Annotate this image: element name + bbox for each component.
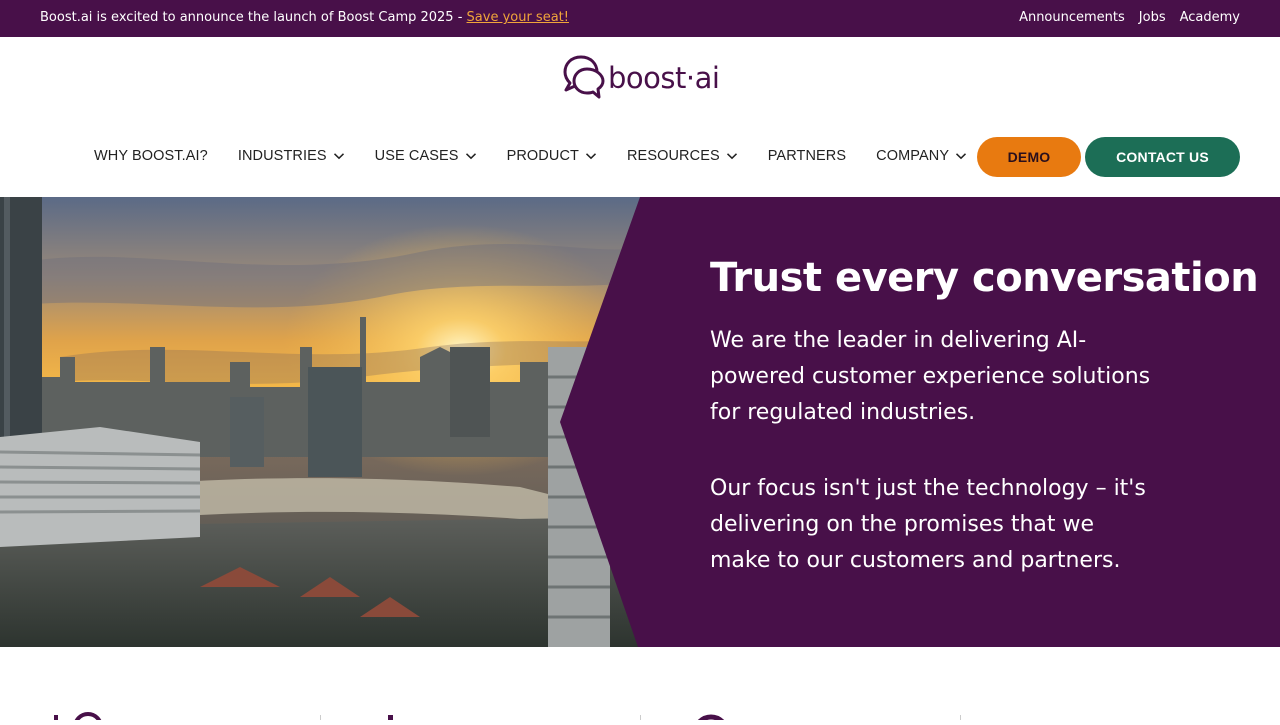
feature-icon-2 <box>73 712 103 725</box>
features-section <box>0 647 1280 725</box>
feature-icon-1 <box>54 715 58 720</box>
boost-ai-logo[interactable]: boost·ai <box>563 55 719 99</box>
save-seat-link[interactable]: Save your seat! <box>467 10 569 25</box>
announcements-link[interactable]: Announcements <box>1019 10 1125 25</box>
divider <box>640 715 641 720</box>
nav-item-label: RESOURCES <box>626 148 720 164</box>
nav-item-label: WHY BOOST.AI? <box>94 148 208 164</box>
announcement: Boost.ai is excited to announce the laun… <box>40 10 569 25</box>
nav-item-why-boost[interactable]: WHY BOOST.AI? <box>94 148 208 164</box>
nav-item-partners[interactable]: PARTNERS <box>768 148 846 164</box>
nav-item-label: INDUSTRIES <box>237 148 327 164</box>
nav-item-label: PARTNERS <box>767 148 847 164</box>
feature-icon-3 <box>388 715 393 720</box>
feature-icons-row <box>54 712 961 725</box>
academy-link[interactable]: Academy <box>1180 10 1240 25</box>
contact-us-button[interactable]: CONTACT US <box>1085 137 1240 177</box>
demo-button[interactable]: DEMO <box>977 137 1081 177</box>
nav-item-label: USE CASES <box>374 148 459 164</box>
chevron-down-icon <box>585 153 597 160</box>
nav-item-industries[interactable]: INDUSTRIES <box>238 148 345 164</box>
hero-paragraph-1: We are the leader in delivering AI-power… <box>710 328 1151 425</box>
chevron-down-icon <box>465 153 476 160</box>
nav-item-use-cases[interactable]: USE CASES <box>375 148 477 164</box>
announcement-bar: Boost.ai is excited to announce the laun… <box>0 0 1280 37</box>
logo-wordmark: boost·ai <box>608 61 719 95</box>
hero-section: Trust every conversation We are the lead… <box>0 197 1280 647</box>
main-nav: WHY BOOST.AI? INDUSTRIES USE CASES PRODU… <box>94 146 967 166</box>
nav-item-resources[interactable]: RESOURCES <box>627 148 738 164</box>
top-links: Announcements Jobs Academy <box>1019 10 1240 25</box>
hero-title: Trust every conversation <box>710 255 1259 301</box>
nav-item-label: COMPANY <box>876 148 950 164</box>
chevron-down-icon <box>333 153 344 160</box>
nav-item-label: PRODUCT <box>506 148 579 164</box>
nav-item-company[interactable]: COMPANY <box>876 148 967 164</box>
divider <box>960 715 961 720</box>
nav-item-product[interactable]: PRODUCT <box>507 148 597 164</box>
chevron-down-icon <box>726 153 737 160</box>
divider <box>320 715 321 720</box>
hero-city-sunset-image <box>0 197 640 647</box>
hero-paragraph-2: Our focus isn't just the technology – it… <box>710 476 1146 573</box>
announcement-text: Boost.ai is excited to announce the laun… <box>40 10 467 25</box>
jobs-link[interactable]: Jobs <box>1139 10 1166 25</box>
logo-chat-bubbles-icon: boost·ai <box>563 55 719 99</box>
chevron-down-icon <box>956 153 967 160</box>
